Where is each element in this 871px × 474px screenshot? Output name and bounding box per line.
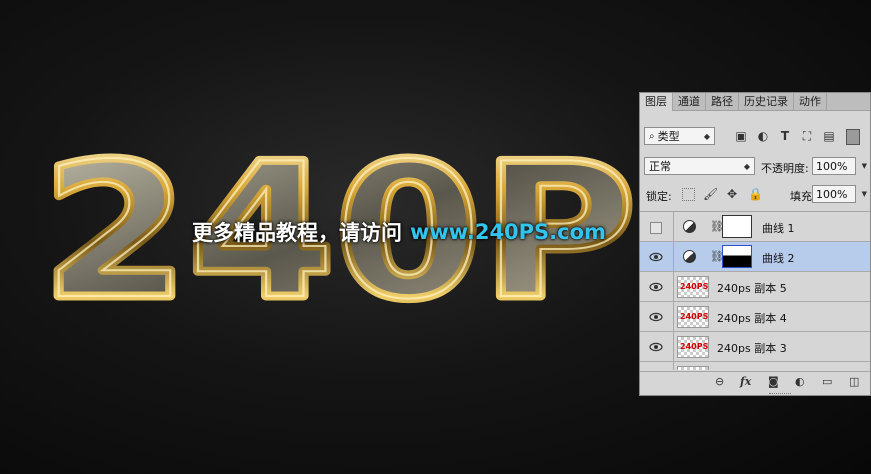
divider bbox=[673, 332, 674, 361]
chain-link-icon[interactable]: ⛓ bbox=[710, 220, 724, 234]
kind-label: 类型 bbox=[657, 130, 680, 143]
filter-row: ⌕ 类型 ◆ ▣ ◐ T ⛶ ▤ bbox=[640, 127, 870, 147]
layer-mask-thumbnail[interactable] bbox=[722, 215, 752, 238]
new-layer-icon[interactable]: ◫ bbox=[849, 375, 859, 389]
mask-icon[interactable]: ◙ bbox=[768, 375, 779, 389]
adjustment-icon[interactable]: ◐ bbox=[795, 375, 805, 389]
layer-row-curves-2[interactable]: ⛓ 曲线 2 bbox=[640, 242, 870, 272]
lock-paint-icon[interactable]: 🖌 bbox=[703, 187, 718, 201]
kind-filter-select[interactable]: ⌕ 类型 ◆ bbox=[644, 127, 715, 145]
resize-grip[interactable] bbox=[769, 393, 791, 396]
eye-icon[interactable] bbox=[649, 251, 663, 263]
layer-thumbnail: 240PS bbox=[677, 336, 709, 358]
layer-row-partial[interactable] bbox=[640, 362, 870, 370]
lock-all-icon[interactable]: 🔒 bbox=[748, 187, 763, 201]
layer-name[interactable]: 240ps 副本 3 bbox=[717, 340, 787, 356]
layer-thumbnail: 240PS bbox=[677, 306, 709, 328]
layer-thumbnail bbox=[677, 366, 709, 370]
folder-icon[interactable]: ▭ bbox=[822, 375, 832, 389]
fx-icon[interactable]: fx bbox=[740, 375, 751, 389]
opacity-label: 不透明度: bbox=[761, 162, 809, 175]
tab-history[interactable]: 历史记录 bbox=[739, 93, 794, 110]
opacity-field[interactable]: 100% bbox=[812, 157, 856, 175]
lock-transparent-icon[interactable] bbox=[682, 188, 695, 201]
divider bbox=[673, 302, 674, 331]
tab-channels[interactable]: 通道 bbox=[673, 93, 706, 110]
divider bbox=[673, 242, 674, 271]
divider bbox=[673, 212, 674, 241]
blend-row: 正常 ◆ 不透明度: 100% ▼ bbox=[640, 157, 870, 177]
updown-arrow-icon: ◆ bbox=[743, 161, 750, 171]
smart-object-filter-icon[interactable]: ▤ bbox=[822, 129, 836, 143]
layer-row-curves-1[interactable]: ⛓ 曲线 1 bbox=[640, 212, 870, 242]
fill-value: 100% bbox=[816, 187, 848, 201]
layer-row-240ps-copy-4[interactable]: 240PS 240ps 副本 4 bbox=[640, 302, 870, 332]
search-icon: ⌕ bbox=[649, 130, 655, 142]
layer-thumbnail: 240PS bbox=[677, 276, 709, 298]
layer-row-240ps-copy-3[interactable]: 240PS 240ps 副本 3 bbox=[640, 332, 870, 362]
chain-link-icon[interactable]: ⛓ bbox=[710, 250, 724, 264]
layers-list: ⛓ 曲线 1 ⛓ 曲线 2 240PS 240ps 副本 5 240PS 240… bbox=[640, 211, 870, 370]
tab-paths[interactable]: 路径 bbox=[706, 93, 739, 110]
eye-icon[interactable] bbox=[649, 311, 663, 323]
curves-adjustment-icon bbox=[683, 220, 696, 233]
layer-name[interactable]: 曲线 2 bbox=[762, 250, 795, 266]
thumb-text: 240PS bbox=[680, 282, 709, 291]
layer-name[interactable]: 曲线 1 bbox=[762, 220, 795, 236]
shape-filter-icon[interactable]: ⛶ bbox=[800, 129, 814, 143]
layer-name[interactable]: 240ps 副本 4 bbox=[717, 310, 787, 326]
watermark-url: www.240PS.com bbox=[410, 220, 606, 244]
panel-tabs: 图层 通道 路径 历史记录 动作 bbox=[640, 93, 870, 111]
watermark-text: 更多精品教程，请访问 bbox=[192, 221, 402, 245]
layer-name[interactable]: 240ps 副本 5 bbox=[717, 280, 787, 296]
blend-mode-value: 正常 bbox=[649, 160, 671, 173]
adjustment-filter-icon[interactable]: ◐ bbox=[756, 129, 770, 143]
lock-move-icon[interactable]: ✥ bbox=[725, 187, 739, 201]
blend-mode-select[interactable]: 正常 ◆ bbox=[644, 157, 755, 175]
curves-adjustment-icon bbox=[683, 250, 696, 263]
lock-label: 锁定: bbox=[646, 190, 672, 203]
lock-row: 锁定: 🖌 ✥ 🔒 填充: 100% ▼ bbox=[640, 185, 870, 205]
image-filter-icon[interactable]: ▣ bbox=[734, 129, 748, 143]
watermark: 更多精品教程，请访问 www.240PS.com bbox=[192, 216, 606, 248]
layers-panel: 图层 通道 路径 历史记录 动作 ⌕ 类型 ◆ ▣ ◐ T ⛶ ▤ 正常 ◆ 不… bbox=[639, 92, 871, 396]
filter-toggle-icon[interactable] bbox=[846, 129, 860, 145]
eye-icon[interactable] bbox=[649, 281, 663, 293]
eye-icon[interactable] bbox=[649, 341, 663, 353]
fill-field[interactable]: 100% bbox=[812, 185, 856, 203]
updown-arrow-icon: ◆ bbox=[703, 131, 710, 141]
thumb-text: 240PS bbox=[680, 312, 709, 321]
type-filter-icon[interactable]: T bbox=[778, 129, 792, 143]
divider bbox=[673, 272, 674, 301]
tab-layers[interactable]: 图层 bbox=[640, 93, 673, 111]
layer-row-240ps-copy-5[interactable]: 240PS 240ps 副本 5 bbox=[640, 272, 870, 302]
layer-mask-thumbnail[interactable] bbox=[722, 245, 752, 268]
visibility-toggle-off[interactable] bbox=[650, 222, 662, 234]
thumb-text: 240PS bbox=[680, 342, 709, 351]
tab-actions[interactable]: 动作 bbox=[794, 93, 827, 110]
panel-bottom-toolbar: ⊖ fx ◙ ◐ ▭ ◫ bbox=[640, 371, 870, 392]
divider bbox=[673, 362, 674, 370]
fill-dropdown-icon[interactable]: ▼ bbox=[862, 190, 867, 198]
link-icon[interactable]: ⊖ bbox=[715, 375, 724, 389]
opacity-dropdown-icon[interactable]: ▼ bbox=[862, 162, 867, 170]
opacity-value: 100% bbox=[816, 159, 848, 173]
